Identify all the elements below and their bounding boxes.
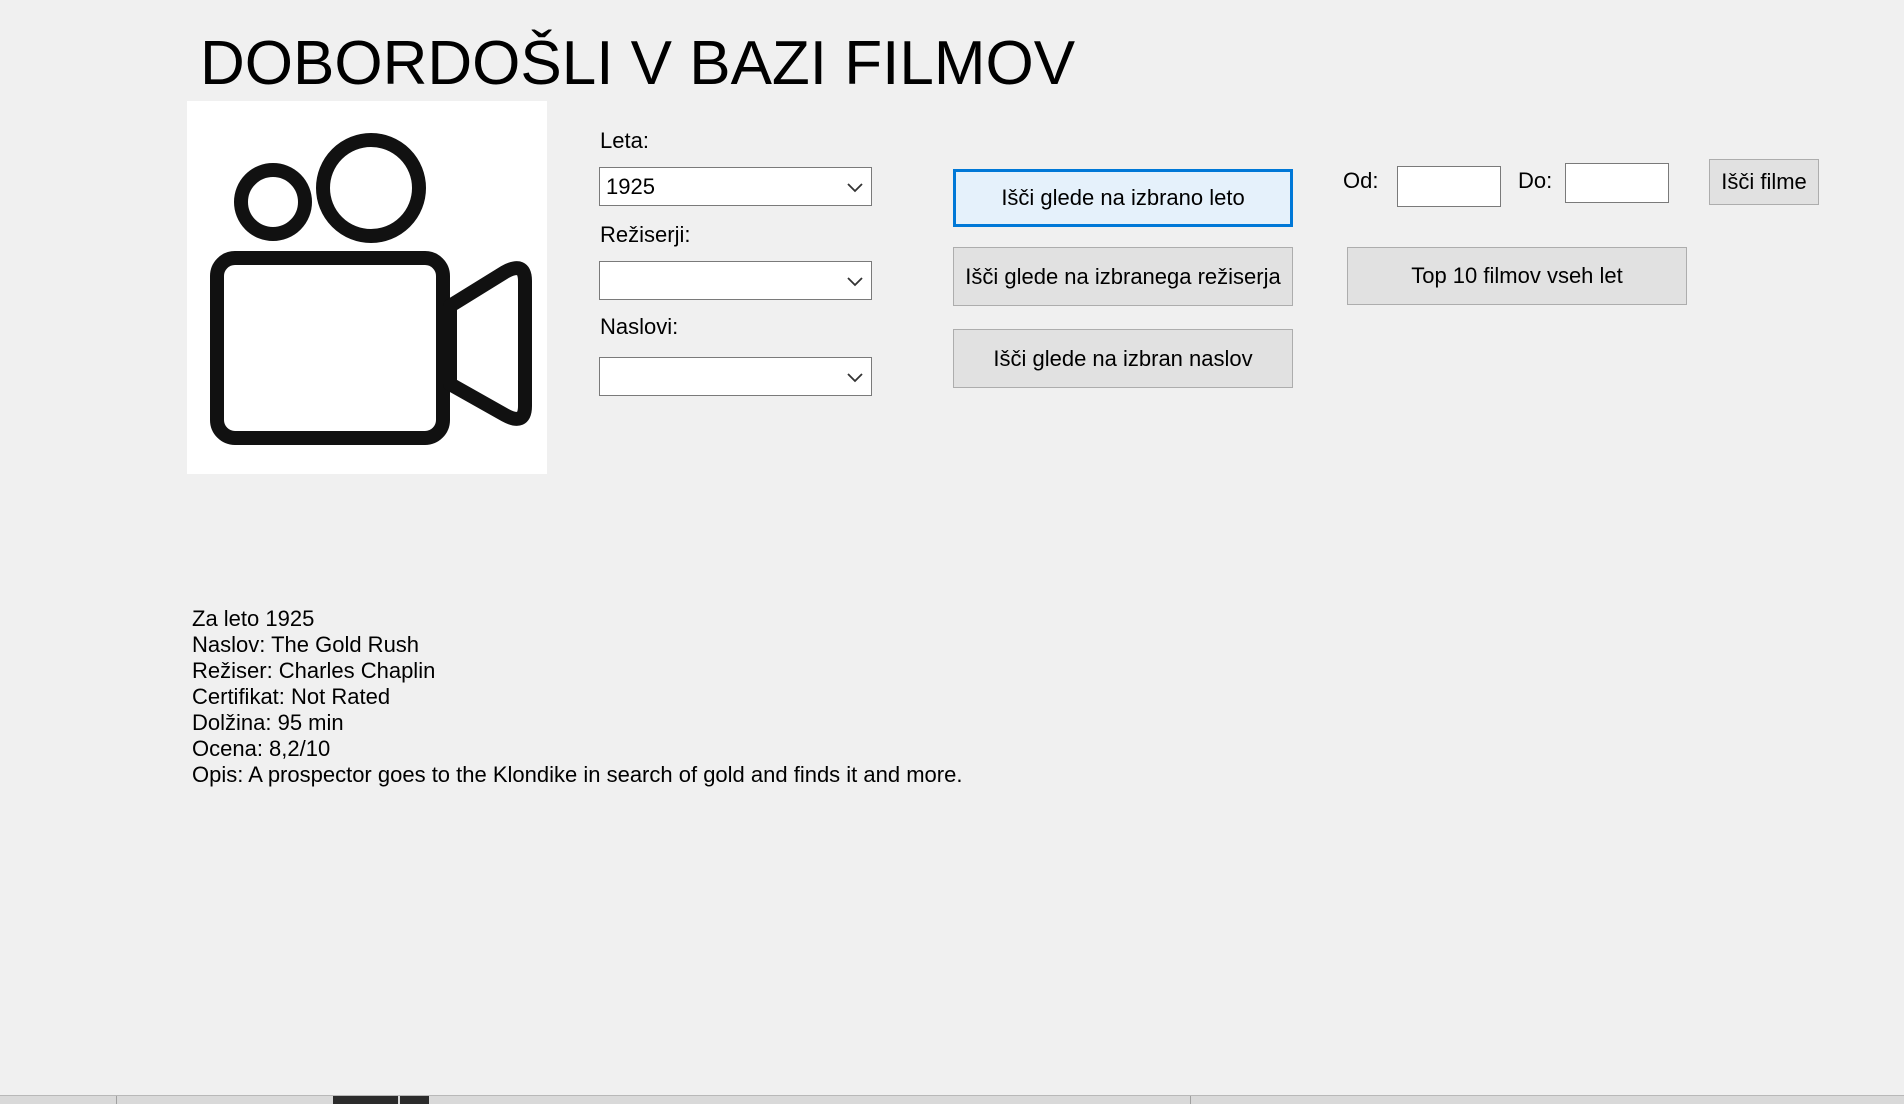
bottom-strip-mark: [333, 1096, 398, 1104]
titles-dropdown[interactable]: [599, 357, 872, 396]
chevron-down-icon: [847, 373, 863, 383]
bottom-strip-divider: [116, 1096, 117, 1104]
titles-label: Naslovi:: [600, 314, 679, 339]
result-director: Režiser: Charles Chaplin: [192, 658, 436, 683]
chevron-down-icon: [847, 277, 863, 287]
result-info: Za leto 1925 Naslov: The Gold Rush Režis…: [192, 606, 962, 788]
result-certificate: Certifikat: Not Rated: [192, 684, 391, 709]
result-rating: Ocena: 8,2/10: [192, 736, 331, 761]
bottom-strip: [0, 1095, 1904, 1104]
to-year-input[interactable]: [1565, 163, 1669, 203]
bottom-strip-mark: [400, 1096, 429, 1104]
directors-label: Režiserji:: [600, 222, 691, 247]
to-label: Do:: [1518, 168, 1553, 193]
page-title: DOBORDOŠLI V BAZI FILMOV: [200, 29, 1076, 98]
search-by-title-button[interactable]: Išči glede na izbran naslov: [953, 329, 1293, 388]
logo-image: [187, 101, 547, 474]
search-range-button[interactable]: Išči filme: [1709, 159, 1819, 205]
years-dropdown[interactable]: 1925: [599, 167, 872, 206]
result-year: Za leto 1925: [192, 606, 315, 631]
chevron-down-icon: [847, 183, 863, 193]
from-year-input[interactable]: [1397, 166, 1501, 207]
years-dropdown-value: 1925: [606, 174, 655, 199]
top10-button[interactable]: Top 10 filmov vseh let: [1347, 247, 1687, 305]
result-description: Opis: A prospector goes to the Klondike …: [192, 762, 963, 787]
bottom-strip-divider: [1190, 1096, 1191, 1104]
result-length: Dolžina: 95 min: [192, 710, 344, 735]
result-title: Naslov: The Gold Rush: [192, 632, 420, 657]
years-label: Leta:: [600, 128, 649, 153]
from-label: Od:: [1343, 168, 1379, 193]
directors-dropdown[interactable]: [599, 261, 872, 300]
movie-camera-icon: [210, 133, 532, 445]
search-by-year-button[interactable]: Išči glede na izbrano leto: [953, 169, 1293, 227]
search-by-director-button[interactable]: Išči glede na izbranega režiserja: [953, 247, 1293, 306]
